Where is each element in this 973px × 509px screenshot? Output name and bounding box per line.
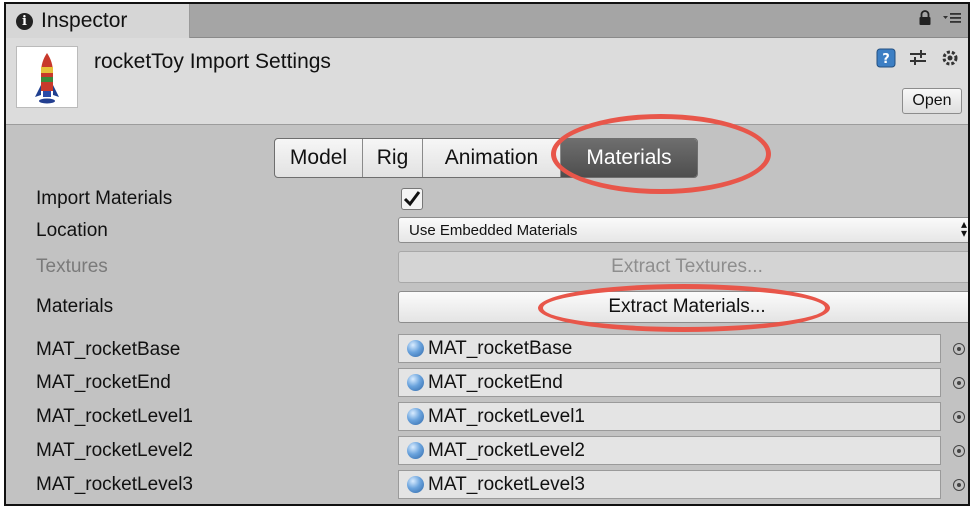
preset-sliders-icon[interactable] (908, 48, 928, 73)
material-slot-field[interactable]: MAT_rocketLevel2 (398, 436, 941, 465)
open-button[interactable]: Open (902, 88, 962, 114)
inspector-window: i Inspector rocketToy Import Settings ? … (4, 2, 970, 506)
tab-inspector-label: Inspector (41, 9, 128, 32)
import-settings-header: rocketToy Import Settings ? Open (6, 38, 968, 125)
location-dropdown-value: Use Embedded Materials (409, 221, 578, 239)
material-slot-label: MAT_rocketLevel3 (36, 474, 193, 495)
tab-animation[interactable]: Animation (423, 139, 561, 177)
object-picker-icon[interactable] (953, 343, 965, 355)
material-slot-value: MAT_rocketLevel2 (428, 439, 585, 461)
info-icon: i (16, 12, 33, 30)
material-slot-field[interactable]: MAT_rocketEnd (398, 368, 941, 397)
object-picker-icon[interactable] (953, 479, 965, 491)
rocket-icon (35, 53, 59, 104)
material-slot-field[interactable]: MAT_rocketLevel3 (398, 470, 941, 499)
object-picker-icon[interactable] (953, 445, 965, 457)
material-sphere-icon (407, 442, 424, 459)
object-picker-icon[interactable] (953, 411, 965, 423)
location-label: Location (36, 220, 108, 241)
material-slot-label: MAT_rocketBase (36, 339, 181, 360)
material-sphere-icon (407, 340, 424, 357)
material-slot-field[interactable]: MAT_rocketLevel1 (398, 402, 941, 431)
material-slot-value: MAT_rocketLevel3 (428, 473, 585, 495)
material-sphere-icon (407, 408, 424, 425)
header-icons: ? (876, 48, 960, 73)
import-materials-label: Import Materials (36, 188, 173, 209)
tab-bar: i Inspector (6, 4, 968, 38)
material-slot-label: MAT_rocketEnd (36, 372, 171, 393)
material-slot-label: MAT_rocketLevel2 (36, 440, 193, 461)
gear-icon[interactable] (940, 48, 960, 73)
extract-materials-button[interactable]: Extract Materials... (398, 291, 968, 323)
tab-inspector[interactable]: i Inspector (6, 4, 190, 38)
material-slot-value: MAT_rocketBase (428, 337, 573, 359)
page-title: rocketToy Import Settings (94, 50, 331, 73)
tab-bar-controls (918, 10, 962, 31)
tab-rig[interactable]: Rig (363, 139, 423, 177)
tab-materials[interactable]: Materials (561, 139, 697, 177)
location-dropdown[interactable]: Use Embedded Materials ▴ ▾ (398, 217, 968, 243)
material-slot-label: MAT_rocketLevel1 (36, 406, 193, 427)
import-tabs: Model Rig Animation Materials (274, 138, 698, 178)
material-slot-value: MAT_rocketEnd (428, 371, 563, 393)
textures-label: Textures (36, 256, 108, 277)
material-sphere-icon (407, 476, 424, 493)
import-materials-checkbox[interactable] (401, 188, 423, 210)
lock-icon[interactable] (918, 10, 932, 31)
svg-text:?: ? (882, 52, 890, 67)
tab-menu-icon[interactable] (942, 11, 962, 30)
material-sphere-icon (407, 374, 424, 391)
tab-model[interactable]: Model (275, 139, 363, 177)
material-slot-value: MAT_rocketLevel1 (428, 405, 585, 427)
extract-textures-button[interactable]: Extract Textures... (398, 251, 968, 283)
object-picker-icon[interactable] (953, 377, 965, 389)
help-book-icon[interactable]: ? (876, 48, 896, 73)
asset-thumbnail (16, 46, 78, 108)
checkmark-icon (403, 191, 421, 207)
material-slot-field[interactable]: MAT_rocketBase (398, 334, 941, 363)
dropdown-arrows-icon: ▴ ▾ (960, 217, 967, 240)
materials-label: Materials (36, 296, 114, 317)
